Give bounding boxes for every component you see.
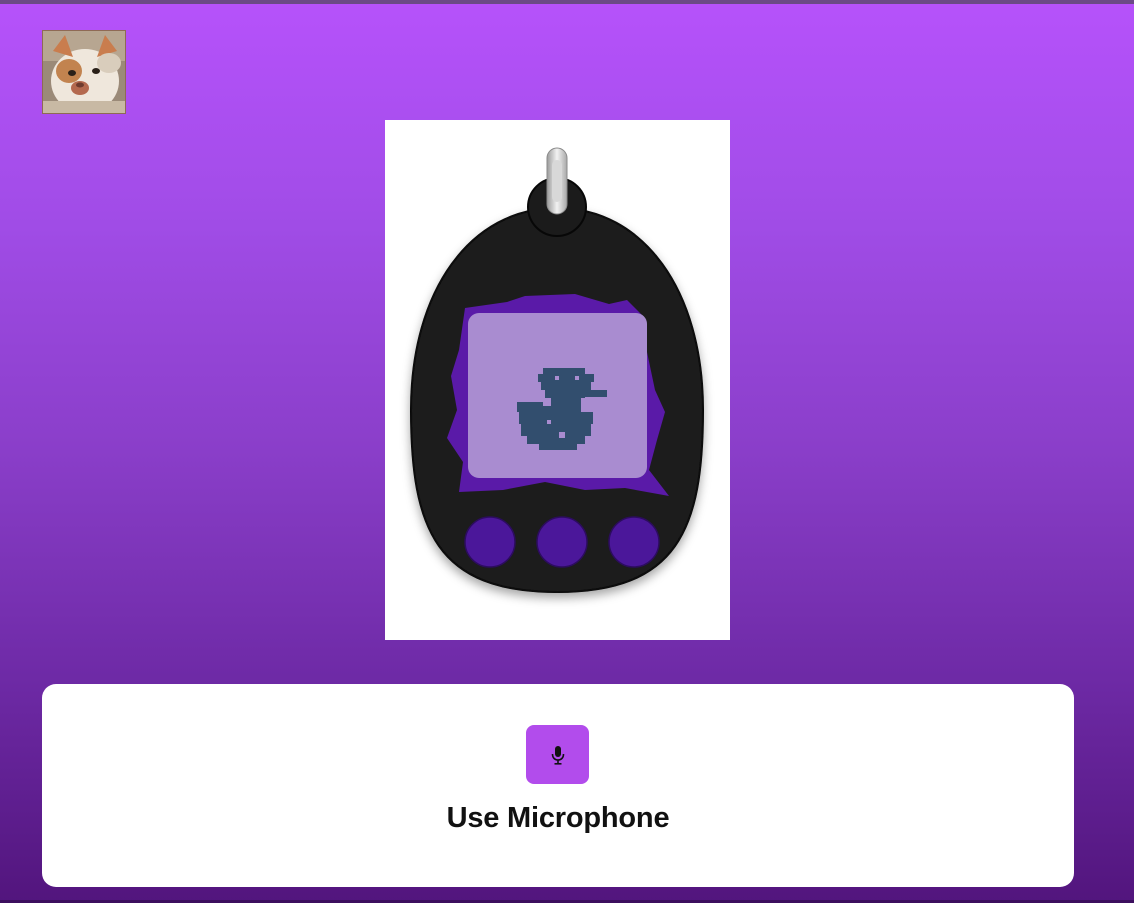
microphone-button[interactable]: [526, 725, 589, 784]
device-button-middle[interactable]: [536, 516, 588, 568]
tamagotchi-device: [385, 120, 730, 640]
top-border: [0, 0, 1134, 4]
device-button-left[interactable]: [464, 516, 516, 568]
cat-photo-avatar-icon: [43, 31, 125, 113]
device-button-right[interactable]: [608, 516, 660, 568]
microphone-panel: Use Microphone: [42, 684, 1074, 887]
microphone-icon: [551, 745, 564, 765]
tamagotchi-device-icon: [409, 147, 705, 594]
microphone-label: Use Microphone: [446, 802, 670, 834]
cat-avatar[interactable]: [42, 30, 126, 114]
